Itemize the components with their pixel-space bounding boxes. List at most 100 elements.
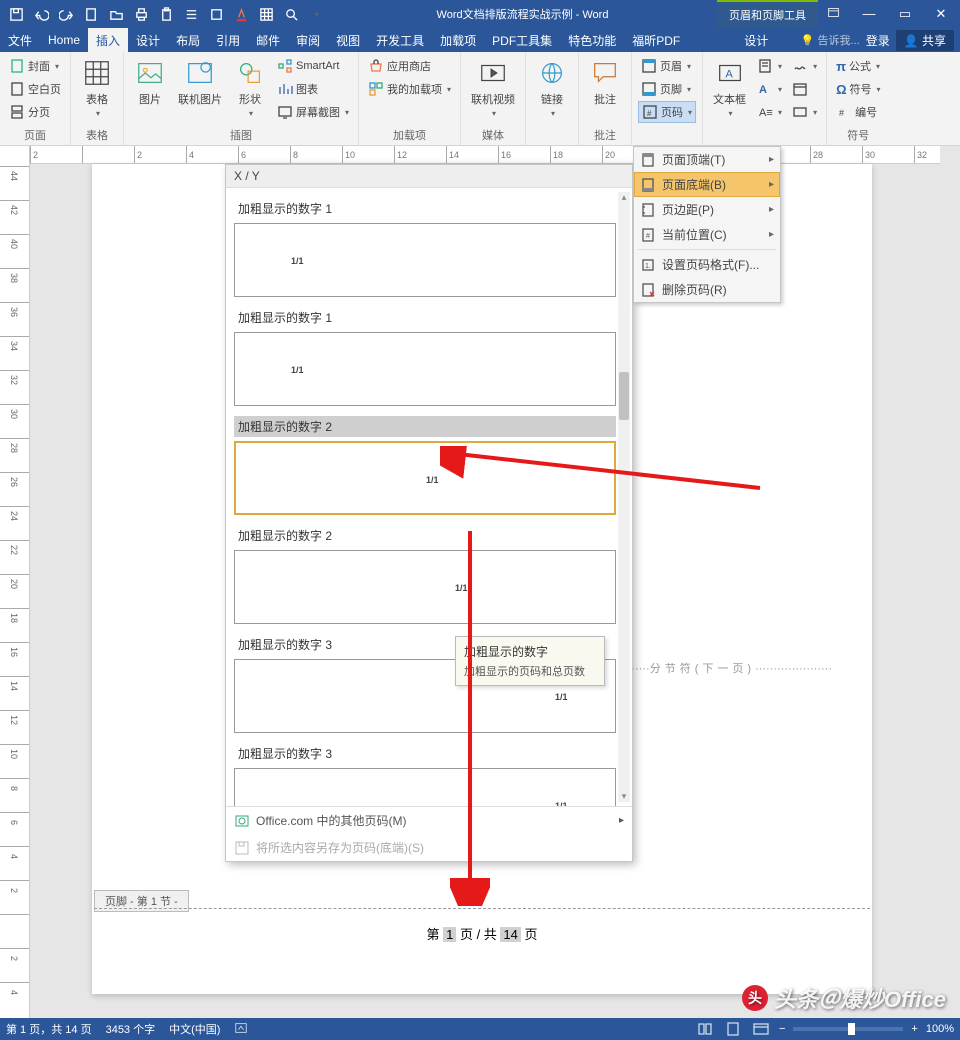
web-layout-icon[interactable] — [751, 1021, 771, 1037]
zoom-in-icon[interactable]: + — [911, 1023, 917, 1035]
status-macro-icon[interactable] — [234, 1021, 248, 1038]
gallery-item[interactable]: 加粗显示的数字 21/1 — [234, 416, 616, 515]
page-number-button[interactable]: #页码 — [638, 101, 696, 123]
my-addins-button[interactable]: 我的加载项 — [365, 78, 454, 100]
wordart-button[interactable]: A — [754, 78, 785, 100]
group-tables: 表格 表格 — [71, 52, 124, 145]
date-time-button[interactable] — [789, 78, 820, 100]
status-language[interactable]: 中文(中国) — [169, 1021, 220, 1037]
number-button[interactable]: #编号 — [833, 101, 883, 123]
quick-parts-button[interactable] — [754, 55, 785, 77]
group-illustrations: 图片 联机图片 形状 SmartArt 图表 屏幕截图 插图 — [124, 52, 359, 145]
tab-review[interactable]: 审阅 — [288, 28, 328, 52]
textbox-button[interactable]: A文本框 — [709, 55, 750, 120]
shapes-button[interactable]: 形状 — [230, 55, 270, 120]
scroll-down-icon[interactable]: ▾ — [618, 791, 630, 802]
paste-icon[interactable] — [154, 3, 178, 25]
tab-mailings[interactable]: 邮件 — [248, 28, 288, 52]
open-icon[interactable] — [104, 3, 128, 25]
read-mode-icon[interactable] — [695, 1021, 715, 1037]
ribbon-options-icon[interactable] — [818, 6, 848, 22]
tab-view[interactable]: 视图 — [328, 28, 368, 52]
undo-icon[interactable] — [29, 3, 53, 25]
close-icon[interactable]: ✕ — [926, 6, 956, 22]
gallery-item[interactable]: 加粗显示的数字 11/1 — [234, 198, 616, 297]
page-break-button[interactable]: 分页 — [6, 101, 64, 123]
vertical-ruler[interactable]: 4442403836343230282624222018161412108642… — [0, 146, 30, 1018]
menu-format-page-number[interactable]: 1.设置页码格式(F)... — [634, 252, 780, 277]
gallery-scrollbar[interactable]: ▴ ▾ — [618, 192, 630, 802]
redo-icon[interactable] — [54, 3, 78, 25]
zoom-slider[interactable] — [793, 1027, 903, 1031]
object-button[interactable] — [789, 101, 820, 123]
links-button[interactable]: 链接 — [532, 55, 572, 120]
font-color-icon[interactable] — [229, 3, 253, 25]
gallery-item[interactable]: 加粗显示的数字 21/1 — [234, 525, 616, 624]
tab-hf-design[interactable]: 设计 — [736, 28, 776, 52]
office-com-more[interactable]: Office.com 中的其他页码(M)▸ — [226, 807, 632, 834]
tab-layout[interactable]: 布局 — [168, 28, 208, 52]
find-icon[interactable] — [279, 3, 303, 25]
scroll-up-icon[interactable]: ▴ — [618, 192, 630, 203]
tab-developer[interactable]: 开发工具 — [368, 28, 432, 52]
drop-cap-button[interactable]: A≡ — [754, 101, 785, 123]
tab-home[interactable]: Home — [40, 28, 88, 52]
store-button[interactable]: 应用商店 — [365, 55, 454, 77]
print-layout-icon[interactable] — [723, 1021, 743, 1037]
tell-me[interactable]: 💡 告诉我... — [801, 32, 860, 48]
gallery-scroll[interactable]: ▴ ▾ 加粗显示的数字 11/1 加粗显示的数字 11/1 加粗显示的数字 21/1… — [226, 188, 632, 806]
online-video-button[interactable]: 联机视频 — [467, 55, 519, 120]
tab-references[interactable]: 引用 — [208, 28, 248, 52]
gallery-item[interactable]: 加粗显示的数字 31/1 — [234, 743, 616, 806]
cover-page-button[interactable]: 封面 — [6, 55, 64, 77]
menu-page-bottom[interactable]: 页面底端(B)▸ — [634, 172, 780, 197]
horizontal-ruler[interactable]: 22468101214161820222426283032 — [30, 146, 940, 164]
header-button[interactable]: 页眉 — [638, 55, 696, 77]
tab-design[interactable]: 设计 — [128, 28, 168, 52]
menu-page-margin[interactable]: 页边距(P)▸ — [634, 197, 780, 222]
gallery-item[interactable]: 加粗显示的数字 11/1 — [234, 307, 616, 406]
menu-page-top[interactable]: 页面顶端(T)▸ — [634, 147, 780, 172]
scroll-thumb[interactable] — [619, 372, 629, 420]
group-links: 链接 — [526, 52, 579, 145]
online-pictures-button[interactable]: 联机图片 — [174, 55, 226, 109]
minimize-icon[interactable]: — — [854, 6, 884, 22]
tab-addins[interactable]: 加载项 — [432, 28, 484, 52]
format-icon[interactable] — [204, 3, 228, 25]
comment-button[interactable]: 批注 — [585, 55, 625, 109]
tab-special[interactable]: 特色功能 — [560, 28, 624, 52]
new-icon[interactable] — [79, 3, 103, 25]
blank-page-button[interactable]: 空白页 — [6, 78, 64, 100]
titlebar: Word文档排版流程实战示例 - Word 页眉和页脚工具 — ▭ ✕ — [0, 0, 960, 28]
menu-current-position[interactable]: #当前位置(C)▸ — [634, 222, 780, 247]
status-word-count[interactable]: 3453 个字 — [106, 1021, 156, 1037]
footer-page-number[interactable]: 第 1 页 / 共 14 页 — [212, 924, 752, 943]
tab-foxpdf[interactable]: 福昕PDF — [624, 28, 688, 52]
footer-button[interactable]: 页脚 — [638, 78, 696, 100]
login-link[interactable]: 登录 — [866, 32, 890, 49]
tab-insert[interactable]: 插入 — [88, 28, 128, 52]
paragraph-icon[interactable] — [179, 3, 203, 25]
pictures-button[interactable]: 图片 — [130, 55, 170, 109]
symbol-button[interactable]: Ω符号 — [833, 78, 883, 100]
menu-remove-page-number[interactable]: 删除页码(R) — [634, 277, 780, 302]
window-title: Word文档排版流程实战示例 - Word — [328, 6, 717, 22]
print-icon[interactable] — [129, 3, 153, 25]
share-button[interactable]: 👤 共享 — [896, 30, 954, 51]
signature-button[interactable] — [789, 55, 820, 77]
table-button[interactable]: 表格 — [77, 55, 117, 120]
zoom-out-icon[interactable]: − — [779, 1023, 785, 1035]
table-icon[interactable] — [254, 3, 278, 25]
screenshot-button[interactable]: 屏幕截图 — [274, 101, 352, 123]
restore-icon[interactable]: ▭ — [890, 6, 920, 22]
tab-file[interactable]: 文件 — [0, 28, 40, 52]
zoom-level[interactable]: 100% — [926, 1023, 954, 1035]
equation-button[interactable]: π公式 — [833, 55, 883, 77]
group-header-footer: 页眉 页脚 #页码 — [632, 52, 703, 145]
smartart-button[interactable]: SmartArt — [274, 55, 352, 77]
tab-pdfkit[interactable]: PDF工具集 — [484, 28, 560, 52]
save-icon[interactable] — [4, 3, 28, 25]
qat-more-icon[interactable] — [304, 3, 328, 25]
chart-button[interactable]: 图表 — [274, 78, 352, 100]
status-page[interactable]: 第 1 页，共 14 页 — [6, 1021, 92, 1037]
